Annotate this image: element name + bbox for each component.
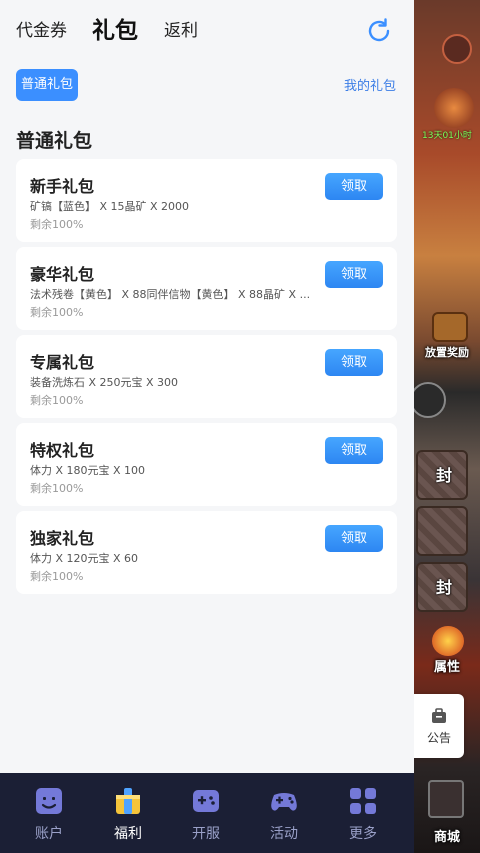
- game-timer-label: 13天01小时: [422, 131, 472, 141]
- gift-name: 独家礼包: [30, 529, 95, 548]
- game-slot-2: [416, 506, 468, 556]
- gift-name: 专属礼包: [30, 353, 95, 372]
- account-icon: [36, 788, 62, 814]
- game-avatar: [434, 88, 474, 128]
- top-tabs: 代金券 礼包 返利: [0, 0, 414, 62]
- game-shield-icon: [442, 34, 472, 64]
- gift-name: 新手礼包: [30, 177, 95, 196]
- gift-icon: [116, 788, 140, 814]
- my-gifts-link[interactable]: 我的礼包: [344, 75, 396, 94]
- gift-card: 专属礼包 装备洗炼石 X 250元宝 X 300 剩余100% 领取: [16, 335, 397, 418]
- gift-card: 独家礼包 体力 X 120元宝 X 60 剩余100% 领取: [16, 511, 397, 594]
- gift-remain: 剩余100%: [30, 394, 84, 407]
- game-lock-icon: [414, 382, 446, 418]
- gift-desc: 体力 X 180元宝 X 100: [30, 464, 146, 477]
- claim-button[interactable]: 领取: [325, 437, 383, 464]
- claim-button[interactable]: 领取: [325, 525, 383, 552]
- nav-item-activity[interactable]: 活动: [249, 773, 319, 853]
- server-icon: [193, 790, 219, 812]
- gift-card: 特权礼包 体力 X 180元宝 X 100 剩余100% 领取: [16, 423, 397, 506]
- section-title: 普通礼包: [16, 130, 93, 152]
- gift-desc: 体力 X 120元宝 X 60: [30, 552, 139, 565]
- announcement-label: 公告: [426, 730, 451, 745]
- gift-remain: 剩余100%: [30, 570, 84, 583]
- nav-label: 开服: [192, 826, 220, 842]
- gift-name: 特权礼包: [30, 441, 95, 460]
- bag-icon: [432, 707, 446, 723]
- gift-desc: 矿镐【蓝色】 X 15晶矿 X 2000: [30, 200, 190, 213]
- gift-card: 新手礼包 矿镐【蓝色】 X 15晶矿 X 2000 剩余100% 领取: [16, 159, 397, 242]
- nav-item-more[interactable]: 更多: [328, 773, 398, 853]
- nav-label: 福利: [114, 826, 142, 842]
- gift-desc: 装备洗炼石 X 250元宝 X 300: [30, 376, 179, 389]
- filter-chip-normal[interactable]: 普通礼包: [16, 69, 78, 101]
- gift-desc: 法术残卷【黄色】 X 88同伴信物【黄色】 X 88晶矿 X ...: [30, 288, 310, 301]
- game-reward-label: 放置奖励: [425, 346, 469, 359]
- nav-item-welfare[interactable]: 福利: [93, 773, 163, 853]
- tab-gift[interactable]: 礼包: [92, 0, 138, 62]
- nav-item-server[interactable]: 开服: [171, 773, 241, 853]
- nav-label: 账户: [35, 826, 63, 842]
- game-pagoda-icon: [428, 780, 464, 818]
- gift-panel: 代金券 礼包 返利 普通礼包 我的礼包 普通礼包 新手礼包 矿镐【蓝色】 X 1…: [0, 0, 414, 773]
- gift-remain: 剩余100%: [30, 306, 84, 319]
- gift-remain: 剩余100%: [30, 218, 84, 231]
- game-seal-2: 封: [435, 578, 452, 597]
- game-attr-label: 属性: [433, 660, 460, 675]
- tab-voucher[interactable]: 代金券: [16, 0, 67, 62]
- game-chest-icon: [432, 312, 468, 342]
- announcement-tab[interactable]: 公告: [414, 694, 464, 758]
- claim-button[interactable]: 领取: [325, 349, 383, 376]
- claim-button[interactable]: 领取: [325, 261, 383, 288]
- game-flame-icon: [432, 626, 464, 656]
- gift-card: 豪华礼包 法术残卷【黄色】 X 88同伴信物【黄色】 X 88晶矿 X ... …: [16, 247, 397, 330]
- gift-remain: 剩余100%: [30, 482, 84, 495]
- grid-icon: [350, 788, 376, 814]
- nav-item-account[interactable]: 账户: [14, 773, 84, 853]
- gamepad-icon: [271, 793, 297, 811]
- gift-name: 豪华礼包: [30, 265, 95, 284]
- game-seal-1: 封: [435, 466, 452, 485]
- nav-label: 更多: [349, 826, 377, 842]
- bottom-nav: 账户 福利 开服 活动 更多: [0, 773, 414, 853]
- tab-rebate[interactable]: 返利: [164, 0, 198, 62]
- nav-label: 活动: [270, 826, 298, 842]
- refresh-icon[interactable]: [364, 16, 394, 46]
- game-shop-label: 商城: [433, 830, 460, 845]
- claim-button[interactable]: 领取: [325, 173, 383, 200]
